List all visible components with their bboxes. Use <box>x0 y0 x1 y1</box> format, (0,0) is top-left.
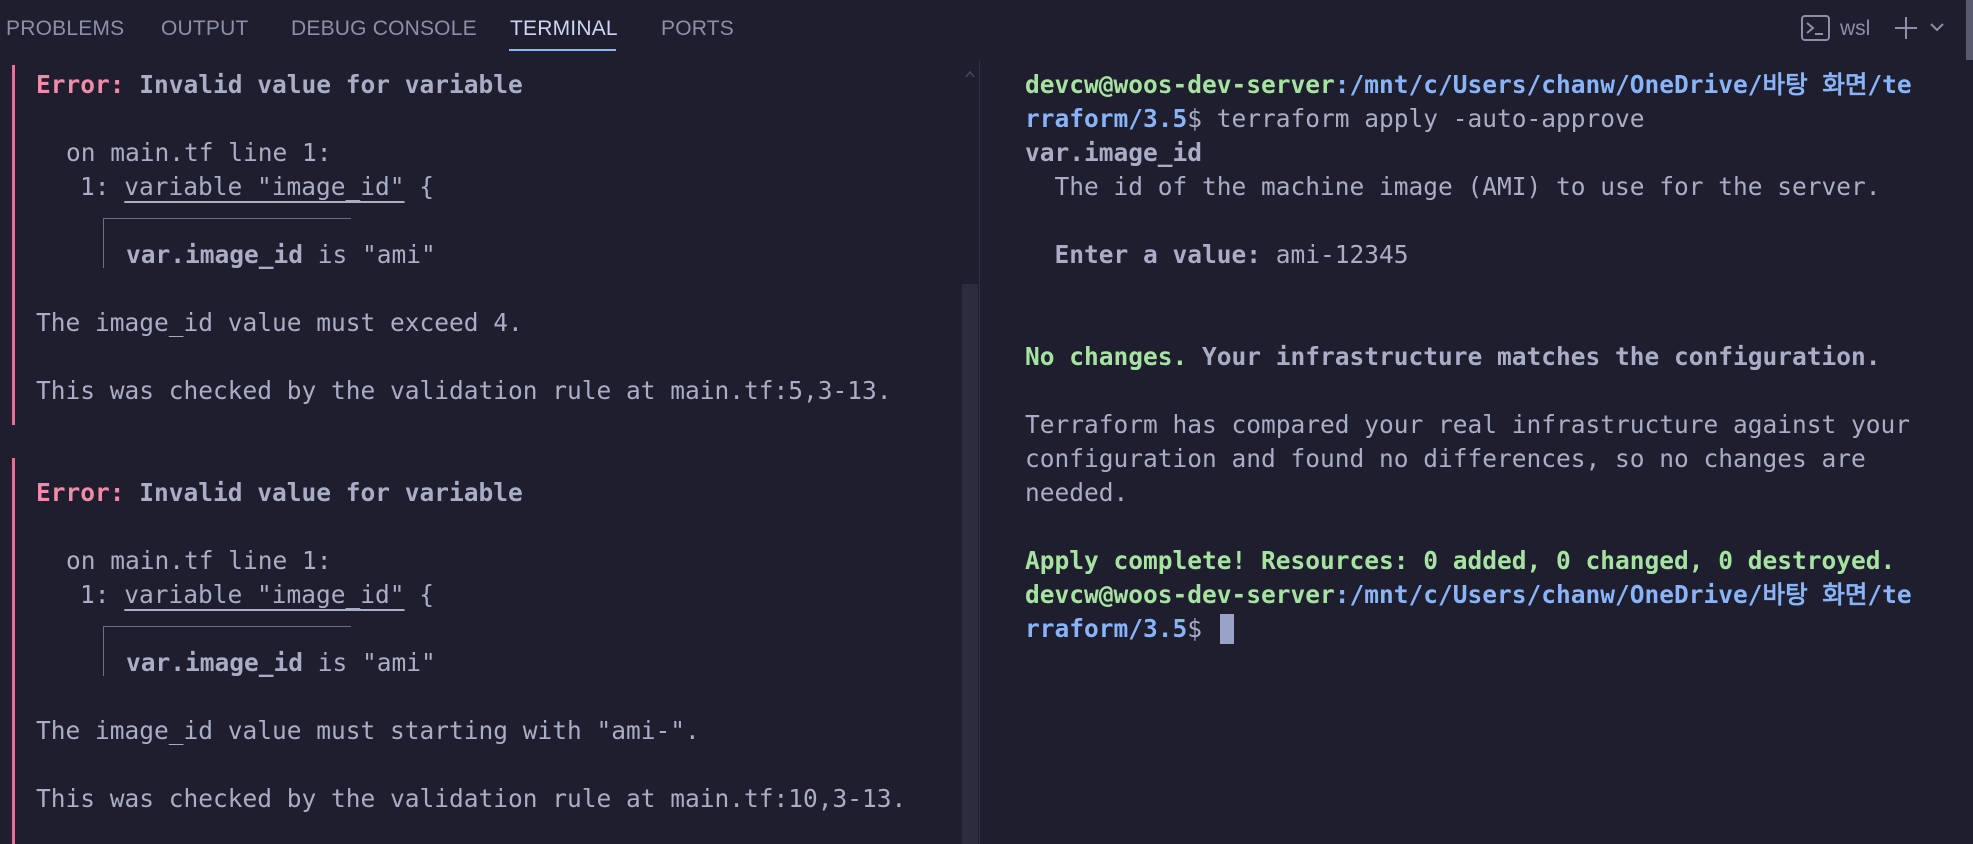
tab-terminal[interactable]: TERMINAL <box>510 17 618 41</box>
error-location: on main.tf line 1: <box>66 138 332 167</box>
error-source-line: 1: variable "image_id" { <box>80 172 435 201</box>
terminal-icon[interactable] <box>1801 15 1830 41</box>
error-heading: Error: Invalid value for variable <box>36 70 523 99</box>
tab-problems[interactable]: PROBLEMS <box>6 17 124 41</box>
error-variable-value: var.image_id is "ami" <box>126 648 436 677</box>
variable-prompt-name: var.image_id <box>1025 138 1203 167</box>
terminal-pane-left[interactable]: Error: Invalid value for variable on mai… <box>0 60 979 844</box>
error-check: This was checked by the validation rule … <box>36 376 892 405</box>
panel-edge <box>1966 0 1973 60</box>
apply-complete-line: Apply complete! Resources: 0 added, 0 ch… <box>1025 546 1896 575</box>
error-message: The image_id value must exceed 4. <box>36 308 523 337</box>
scrollbar-thumb[interactable] <box>962 284 978 844</box>
compare-text-line: needed. <box>1025 478 1129 507</box>
no-changes-line: No changes. Your infrastructure matches … <box>1025 342 1881 371</box>
error-check: This was checked by the validation rule … <box>36 784 907 813</box>
terminal-cursor <box>1220 614 1234 644</box>
tab-debug-console[interactable]: DEBUG CONSOLE <box>291 17 477 41</box>
variable-description: The id of the machine image (AMI) to use… <box>1025 172 1881 201</box>
tab-ports[interactable]: PORTS <box>661 17 734 41</box>
panel-tab-bar: PROBLEMS OUTPUT DEBUG CONSOLE TERMINAL P… <box>0 0 1973 60</box>
error-variable-value: var.image_id is "ami" <box>126 240 436 269</box>
scroll-up-arrow-icon[interactable] <box>965 70 975 78</box>
prompt-line-current[interactable]: rraform/3.5$ <box>1025 612 1202 646</box>
error-message: The image_id value must starting with "a… <box>36 716 700 745</box>
prompt-line: devcw@woos-dev-server:/mnt/c/Users/chanw… <box>1025 580 1912 609</box>
error-marker <box>12 65 15 425</box>
error-source-line: 1: variable "image_id" { <box>80 580 435 609</box>
prompt-line: devcw@woos-dev-server:/mnt/c/Users/chanw… <box>1025 70 1912 99</box>
error-heading: Error: Invalid value for variable <box>36 478 523 507</box>
terminal-pane-right[interactable]: devcw@woos-dev-server:/mnt/c/Users/chanw… <box>980 60 1973 844</box>
compare-text-line: Terraform has compared your real infrast… <box>1025 410 1911 439</box>
error-location: on main.tf line 1: <box>66 546 332 575</box>
value-entry-line: Enter a value: ami-12345 <box>1025 240 1409 269</box>
active-tab-indicator <box>509 49 616 51</box>
command-line: rraform/3.5$ terraform apply -auto-appro… <box>1025 104 1645 133</box>
chevron-down-icon[interactable] <box>1928 20 1946 34</box>
error-marker <box>12 458 15 844</box>
compare-text-line: configuration and found no differences, … <box>1025 444 1866 473</box>
terminal-shell-label[interactable]: wsl <box>1840 17 1870 41</box>
plus-icon[interactable] <box>1893 15 1919 41</box>
tab-output[interactable]: OUTPUT <box>161 17 249 41</box>
